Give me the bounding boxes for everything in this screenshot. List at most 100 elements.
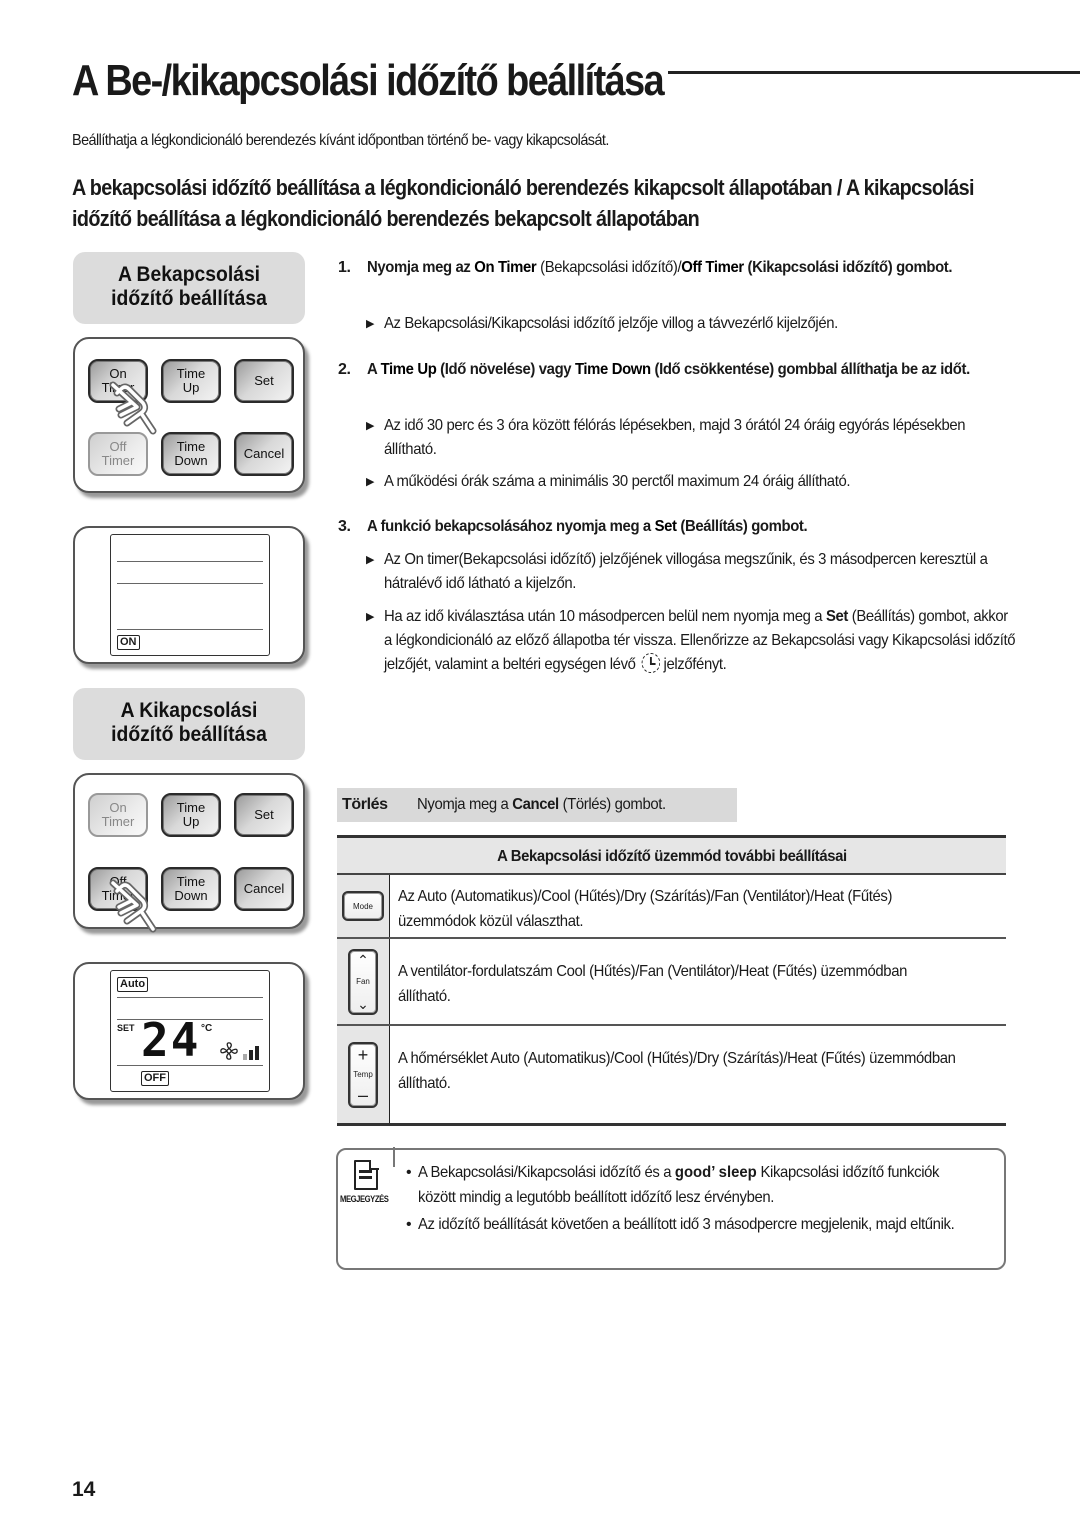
triangle-bullet-icon: ▶ bbox=[366, 476, 375, 488]
timer-clock-icon bbox=[641, 653, 660, 673]
btn-text: Time bbox=[176, 366, 206, 381]
btn-text: On bbox=[109, 366, 127, 381]
text-bold: Cancel bbox=[512, 796, 559, 813]
off-timer-button[interactable]: Off Timer bbox=[88, 867, 148, 911]
cancel-button[interactable]: Cancel bbox=[234, 867, 294, 911]
step-number: 1. bbox=[338, 259, 351, 276]
text-segment: (Idő növelése) vagy bbox=[436, 361, 575, 378]
on-timer-button[interactable]: On Timer bbox=[88, 359, 148, 403]
btn-text: Set bbox=[254, 373, 274, 388]
table-icon-cell: Mode bbox=[337, 875, 390, 937]
text-segment: (Törlés) gombot. bbox=[558, 796, 667, 813]
icon-label: Temp bbox=[353, 1070, 373, 1079]
off-timer-label-line2: időzítő beállítása bbox=[111, 723, 267, 746]
remote-display-off: Auto SET 24 °C OFF bbox=[73, 962, 305, 1100]
off-timer-button[interactable]: Off Timer bbox=[88, 432, 148, 476]
row-text: A ventilátor-fordulatszám Cool (Hűtés)/F… bbox=[398, 963, 908, 1005]
btn-text: Set bbox=[254, 807, 274, 822]
remote-display-on: ON bbox=[73, 526, 305, 664]
time-up-button[interactable]: Time Up bbox=[161, 793, 221, 837]
plus-icon: + bbox=[357, 1044, 369, 1065]
table-header: A Bekapcsolási időzítő üzemmód további b… bbox=[337, 835, 1006, 875]
step-number: 3. bbox=[338, 518, 351, 535]
cancel-instruction-bar: Törlés Nyomja meg a Cancel (Törlés) gomb… bbox=[337, 788, 737, 822]
btn-text: Down bbox=[174, 453, 208, 468]
row-text: A hőmérséklet Auto (Automatikus)/Cool (H… bbox=[398, 1050, 956, 1092]
bullet-text: Az On timer(Bekapcsolási időzítő) jelzőj… bbox=[384, 551, 988, 592]
table-icon-cell: ⌃ Fan ⌄ bbox=[337, 939, 390, 1024]
btn-text: Timer bbox=[101, 380, 135, 395]
triangle-bullet-icon: ▶ bbox=[366, 420, 375, 432]
time-up-button[interactable]: Time Up bbox=[161, 359, 221, 403]
bullet-dot: • bbox=[406, 1164, 412, 1181]
btn-text: Time bbox=[176, 874, 206, 889]
btn-text: Timer bbox=[101, 888, 135, 903]
cancel-button[interactable]: Cancel bbox=[234, 432, 294, 476]
lcd-divider bbox=[117, 583, 263, 584]
btn-text: Up bbox=[182, 814, 200, 829]
step-number: 2. bbox=[338, 361, 351, 378]
mode-button-icon: Mode bbox=[342, 891, 384, 921]
text-segment: On Timer bbox=[474, 259, 537, 276]
bullet-text: A működési órák száma a minimális 30 per… bbox=[384, 473, 851, 490]
note-box: MEGJEGYZÉS • A Bekapcsolási/Kikapcsolási… bbox=[336, 1147, 1006, 1270]
fan-button-icon: ⌃ Fan ⌄ bbox=[348, 948, 378, 1015]
cancel-instruction: Nyomja meg a Cancel (Törlés) gombot. bbox=[417, 788, 666, 822]
temp-button-icon: + Temp – bbox=[348, 1041, 378, 1108]
intro-text: Beállíthatja a légkondicionáló berendezé… bbox=[72, 132, 609, 149]
table-row: ⌃ Fan ⌄ A ventilátor-fordulatszám Cool (… bbox=[337, 939, 1006, 1026]
lcd-set-label: SET bbox=[117, 1023, 135, 1033]
text-segment: A Bekapcsolási/Kikapcsolási időzítő és a bbox=[418, 1164, 675, 1181]
btn-text: Time bbox=[176, 439, 206, 454]
btn-text: Off bbox=[109, 439, 127, 454]
btn-text: On bbox=[109, 800, 127, 815]
table-text-cell: A hőmérséklet Auto (Automatikus)/Cool (H… bbox=[390, 1026, 1006, 1123]
on-timer-button[interactable]: On Timer bbox=[88, 793, 148, 837]
table-text-cell: A ventilátor-fordulatszám Cool (Hűtés)/F… bbox=[390, 939, 1006, 1024]
note-text: Az időzítő beállítását követően a beállí… bbox=[418, 1216, 955, 1233]
text-segment: Time Down bbox=[574, 361, 651, 378]
text-segment: (Bekapcsolási időzítő)/ bbox=[536, 259, 682, 276]
chevron-up-icon: ⌃ bbox=[357, 951, 369, 968]
row-text: Az Auto (Automatikus)/Cool (Hűtés)/Dry (… bbox=[398, 888, 893, 930]
table-row: Mode Az Auto (Automatikus)/Cool (Hűtés)/… bbox=[337, 875, 1006, 939]
remote-buttons-panel-on: On Timer Time Up Set Off Timer Time Down Can… bbox=[73, 337, 305, 493]
lcd-mode-auto-indicator: Auto bbox=[117, 977, 149, 992]
set-button[interactable]: Set bbox=[234, 793, 294, 837]
btn-text: Up bbox=[182, 380, 200, 395]
text-segment: Time Up bbox=[380, 361, 437, 378]
text-segment: Set bbox=[654, 518, 677, 535]
note-text: A Bekapcsolási/Kikapcsolási időzítő és a… bbox=[418, 1160, 976, 1210]
text-segment: (Idő csökkentése) gombbal állíthatja be … bbox=[650, 361, 970, 378]
good-sleep-brand: good’ sleep bbox=[674, 1164, 757, 1181]
bullet-text: Az idő 30 perc és 3 óra között félórás l… bbox=[384, 417, 966, 458]
text-segment: Ha az idő kiválasztása után 10 másodperc… bbox=[384, 608, 826, 625]
cancel-key-label: Törlés bbox=[342, 796, 388, 813]
btn-text: Cancel bbox=[243, 881, 285, 896]
on-timer-label-box: A Bekapcsolási időzítő beállítása bbox=[73, 252, 305, 324]
lcd-divider bbox=[117, 561, 263, 562]
text-segment: A bbox=[367, 361, 381, 378]
time-down-button[interactable]: Time Down bbox=[161, 432, 221, 476]
set-button[interactable]: Set bbox=[234, 359, 294, 403]
time-down-button[interactable]: Time Down bbox=[161, 867, 221, 911]
icon-label: Fan bbox=[356, 977, 370, 986]
fan-speed-icon bbox=[220, 1042, 259, 1060]
off-timer-label-line1: A Kikapcsolási bbox=[120, 699, 258, 722]
triangle-bullet-icon: ▶ bbox=[366, 554, 375, 566]
text-segment: (Kikapcsolási időzítő) gombot. bbox=[743, 259, 953, 276]
text-segment: Off Timer bbox=[681, 259, 744, 276]
step-text: Nyomja meg az On Timer (Bekapcsolási idő… bbox=[367, 256, 1009, 280]
lcd-off-indicator: OFF bbox=[141, 1071, 169, 1086]
bullet-dot: • bbox=[406, 1216, 412, 1233]
page-title: A Be-/kikapcsolási időzítő beállítása bbox=[72, 56, 665, 105]
triangle-bullet-icon: ▶ bbox=[366, 611, 375, 623]
lcd-display-off: Auto SET 24 °C OFF bbox=[110, 970, 270, 1092]
btn-text: Down bbox=[174, 888, 208, 903]
text-segment: Nyomja meg az bbox=[367, 259, 475, 276]
triangle-bullet-icon: ▶ bbox=[366, 318, 375, 330]
lcd-divider bbox=[117, 629, 263, 630]
bullet-text: Ha az idő kiválasztása után 10 másodperc… bbox=[384, 605, 1016, 677]
icon-label: Mode bbox=[352, 901, 373, 911]
minus-icon: – bbox=[357, 1084, 368, 1105]
